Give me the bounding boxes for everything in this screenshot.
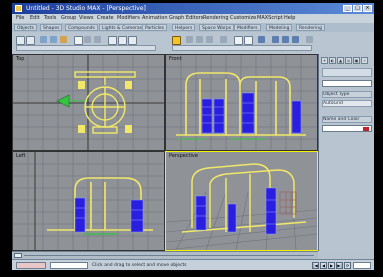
object-color-swatch[interactable] bbox=[363, 127, 369, 131]
reference-coord-bar[interactable] bbox=[16, 45, 156, 51]
object-type-rollout[interactable]: Object Type bbox=[322, 91, 372, 98]
material-editor-icon[interactable] bbox=[258, 36, 265, 43]
viewport-left-canvas bbox=[13, 152, 164, 250]
quick-render-icon[interactable] bbox=[282, 36, 289, 43]
tab-helpers[interactable]: Helpers bbox=[172, 24, 196, 31]
tab-particles[interactable]: Particles bbox=[142, 24, 167, 31]
tab-space-warps[interactable]: Space Warps bbox=[199, 24, 235, 31]
viewport-front[interactable]: Front bbox=[165, 54, 318, 151]
category-icons-row[interactable] bbox=[322, 68, 372, 77]
minimize-button[interactable]: _ bbox=[343, 5, 352, 12]
motion-tab[interactable]: ◎ bbox=[345, 57, 352, 64]
tab-lights-cameras[interactable]: Lights & Cameras bbox=[99, 24, 145, 31]
align-icon[interactable] bbox=[196, 36, 203, 43]
modify-tab[interactable]: ◐ bbox=[329, 57, 336, 64]
viewport-perspective-canvas bbox=[166, 163, 317, 250]
tab-compounds[interactable]: Compounds bbox=[65, 24, 98, 31]
command-panel-tabs: + ◐ ▲ ◎ ▣ ✧ bbox=[321, 57, 372, 64]
array-icon[interactable] bbox=[206, 36, 213, 43]
menu-file[interactable]: File bbox=[16, 15, 24, 22]
app-window: Untitled - 3D Studio MAX - [Perspective]… bbox=[12, 3, 374, 270]
menu-help[interactable]: Help bbox=[284, 15, 295, 22]
main-toolbar bbox=[12, 32, 374, 55]
utilities-tab[interactable]: ✧ bbox=[361, 57, 368, 64]
close-button[interactable]: × bbox=[363, 5, 372, 12]
title-bar: Untitled - 3D Studio MAX - [Perspective]… bbox=[12, 3, 374, 14]
menu-modifiers[interactable]: Modifiers bbox=[117, 15, 140, 22]
viewport-perspective-label[interactable]: Perspective bbox=[169, 153, 198, 160]
render-type-icon[interactable] bbox=[292, 36, 299, 43]
menu-maxscript[interactable]: MAXScript bbox=[257, 15, 283, 22]
autogrid-checkbox[interactable]: AutoGrid bbox=[322, 100, 372, 107]
scale-icon[interactable] bbox=[128, 36, 137, 45]
app-icon bbox=[15, 5, 22, 12]
mirror-icon[interactable] bbox=[186, 36, 193, 43]
viewport-top-canvas bbox=[13, 55, 164, 150]
bind-spacewarp-icon[interactable] bbox=[60, 36, 67, 43]
undo-icon[interactable] bbox=[16, 36, 25, 45]
gizmo-arrow-icon bbox=[56, 94, 70, 108]
menu-rendering[interactable]: Rendering bbox=[203, 15, 229, 22]
tab-modifiers[interactable]: Modifiers bbox=[234, 24, 261, 31]
selection-lock-icon[interactable] bbox=[172, 36, 181, 45]
menu-animation[interactable]: Animation bbox=[142, 15, 168, 22]
screen-frame: Untitled - 3D Studio MAX - [Perspective]… bbox=[0, 0, 383, 277]
time-slider-thumb[interactable] bbox=[14, 253, 22, 258]
viewport-top[interactable]: Top bbox=[12, 54, 165, 151]
coordinate-field bbox=[50, 262, 88, 269]
object-name-field[interactable] bbox=[322, 125, 372, 132]
menu-customize[interactable]: Customize bbox=[230, 15, 256, 22]
viewport-left[interactable]: Left bbox=[12, 151, 165, 251]
name-and-color-rollout[interactable]: Name and Color bbox=[322, 116, 372, 123]
go-to-end-button[interactable]: ▶| bbox=[336, 262, 343, 269]
current-frame-field[interactable] bbox=[353, 262, 371, 269]
viewport-front-canvas bbox=[166, 55, 317, 150]
menu-views[interactable]: Views bbox=[79, 15, 93, 22]
named-selection-icon[interactable] bbox=[220, 36, 227, 43]
viewport-perspective[interactable]: Perspective bbox=[165, 151, 318, 251]
menu-create[interactable]: Create bbox=[97, 15, 114, 22]
previous-frame-button[interactable]: ◀ bbox=[320, 262, 327, 269]
menu-edit[interactable]: Edit bbox=[30, 15, 40, 22]
hierarchy-tab[interactable]: ▲ bbox=[337, 57, 344, 64]
window-title: Untitled - 3D Studio MAX - [Perspective] bbox=[26, 5, 146, 12]
time-slider-track bbox=[24, 255, 314, 256]
redo-icon[interactable] bbox=[26, 36, 35, 45]
maximize-button[interactable]: □ bbox=[353, 5, 362, 12]
schematic-view-icon[interactable] bbox=[244, 36, 253, 45]
go-to-start-button[interactable]: |◀ bbox=[312, 262, 319, 269]
render-last-icon[interactable] bbox=[306, 36, 313, 43]
tab-rendering[interactable]: Rendering bbox=[296, 24, 325, 31]
link-icon[interactable] bbox=[40, 36, 47, 43]
status-bar: Click and drag to select and move object… bbox=[12, 259, 374, 270]
tab-modeling[interactable]: Modeling bbox=[266, 24, 293, 31]
select-icon[interactable] bbox=[74, 36, 83, 45]
unlink-icon[interactable] bbox=[50, 36, 57, 43]
command-panel: + ◐ ▲ ◎ ▣ ✧ Object Type AutoGrid Name an… bbox=[318, 54, 374, 251]
region-select-icon[interactable] bbox=[94, 36, 101, 43]
viewport-top-label[interactable]: Top bbox=[16, 56, 24, 63]
move-icon[interactable] bbox=[108, 36, 117, 45]
create-tab[interactable]: + bbox=[321, 57, 328, 64]
menu-group[interactable]: Group bbox=[61, 15, 76, 22]
time-config-button[interactable]: ⟳ bbox=[344, 262, 351, 269]
render-scene-icon[interactable] bbox=[272, 36, 279, 43]
menu-graph-editors[interactable]: Graph Editors bbox=[169, 15, 203, 22]
selection-count-field bbox=[16, 262, 46, 269]
play-button[interactable]: ▶ bbox=[328, 262, 335, 269]
select-by-name-icon[interactable] bbox=[84, 36, 91, 43]
object-category-dropdown[interactable] bbox=[322, 80, 372, 87]
rotate-icon[interactable] bbox=[118, 36, 127, 45]
tab-shapes[interactable]: Shapes bbox=[40, 24, 63, 31]
track-view-icon[interactable] bbox=[234, 36, 243, 45]
display-tab[interactable]: ▣ bbox=[353, 57, 360, 64]
snap-toggle-bar[interactable] bbox=[172, 45, 312, 51]
status-prompt-text: Click and drag to select and move object… bbox=[92, 263, 187, 268]
tab-objects[interactable]: Objects bbox=[14, 24, 38, 31]
viewport-left-label[interactable]: Left bbox=[16, 153, 25, 160]
menu-tools[interactable]: Tools bbox=[44, 15, 56, 22]
tab-panel-bar: Objects Shapes Compounds Lights & Camera… bbox=[12, 23, 374, 32]
viewport-front-label[interactable]: Front bbox=[169, 56, 182, 63]
